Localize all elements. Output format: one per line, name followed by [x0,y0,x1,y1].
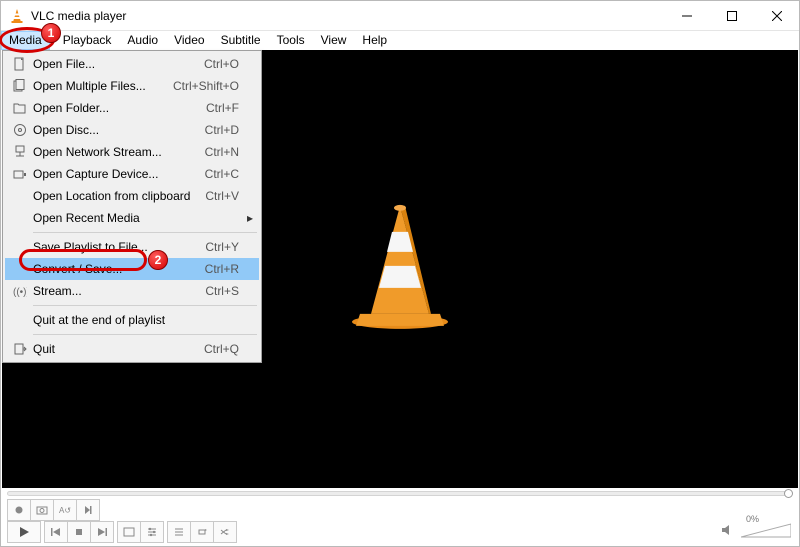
menu-audio[interactable]: Audio [119,31,166,50]
vlc-cone-icon [345,200,455,333]
menu-tools[interactable]: Tools [269,31,313,50]
volume-control [721,522,791,540]
menu-open-recent[interactable]: Open Recent Media ▸ [5,207,259,229]
loop-ab-button[interactable]: A↺B [53,499,77,521]
menu-stream[interactable]: ((•)) Stream... Ctrl+S [5,280,259,302]
menu-open-folder[interactable]: Open Folder... Ctrl+F [5,97,259,119]
minimize-button[interactable] [664,1,709,30]
menu-open-multiple-files[interactable]: Open Multiple Files... Ctrl+Shift+O [5,75,259,97]
playlist-controls: A↺B [7,499,99,521]
stop-button[interactable] [67,521,91,543]
annotation-badge-1: 1 [41,23,61,43]
menu-video[interactable]: Video [166,31,212,50]
menu-open-network-stream[interactable]: Open Network Stream... Ctrl+N [5,141,259,163]
menu-view[interactable]: View [313,31,355,50]
speaker-icon[interactable] [721,523,735,540]
menubar: Media Playback Audio Video Subtitle Tool… [1,31,799,50]
stream-icon: ((•)) [9,284,31,298]
annotation-badge-2: 2 [148,250,168,270]
network-icon [9,145,31,159]
menu-quit[interactable]: Quit Ctrl+Q [5,338,259,360]
menu-separator [33,305,257,306]
menu-separator [33,232,257,233]
menu-open-disc[interactable]: Open Disc... Ctrl+D [5,119,259,141]
menu-open-clipboard[interactable]: Open Location from clipboard Ctrl+V [5,185,259,207]
prev-button[interactable] [44,521,68,543]
menu-playback[interactable]: Playback [55,31,120,50]
quit-icon [9,342,31,356]
disc-icon [9,123,31,137]
capture-icon [9,167,31,181]
file-icon [9,57,31,71]
menu-open-file[interactable]: Open File... Ctrl+O [5,53,259,75]
play-button[interactable] [7,521,41,543]
submenu-arrow-icon: ▸ [245,211,255,225]
menu-save-playlist[interactable]: Save Playlist to File... Ctrl+Y [5,236,259,258]
next-button[interactable] [90,521,114,543]
menu-subtitle[interactable]: Subtitle [213,31,269,50]
menu-separator [33,334,257,335]
window-title: VLC media player [31,9,126,23]
playback-controls [7,521,236,543]
seek-bar[interactable] [7,490,793,496]
media-dropdown: Open File... Ctrl+O Open Multiple Files.… [2,50,262,363]
record-button[interactable] [7,499,31,521]
fullscreen-button[interactable] [117,521,141,543]
maximize-button[interactable] [709,1,754,30]
seek-thumb[interactable] [784,489,793,498]
seek-track[interactable] [7,491,790,496]
folder-icon [9,101,31,115]
titlebar: VLC media player [1,1,799,31]
window-controls [664,1,799,30]
app-cone-icon [9,8,25,24]
loop-button[interactable] [190,521,214,543]
menu-help[interactable]: Help [354,31,395,50]
files-icon [9,79,31,93]
menu-convert-save[interactable]: Convert / Save... Ctrl+R [5,258,259,280]
close-button[interactable] [754,1,799,30]
playlist-button[interactable] [167,521,191,543]
frame-step-button[interactable] [76,499,100,521]
shuffle-button[interactable] [213,521,237,543]
extended-settings-button[interactable] [140,521,164,543]
svg-text:A↺B: A↺B [59,506,71,515]
menu-open-capture-device[interactable]: Open Capture Device... Ctrl+C [5,163,259,185]
volume-slider[interactable] [741,522,791,540]
snapshot-button[interactable] [30,499,54,521]
svg-text:((•)): ((•)) [13,287,27,298]
menu-quit-end-playlist[interactable]: Quit at the end of playlist [5,309,259,331]
